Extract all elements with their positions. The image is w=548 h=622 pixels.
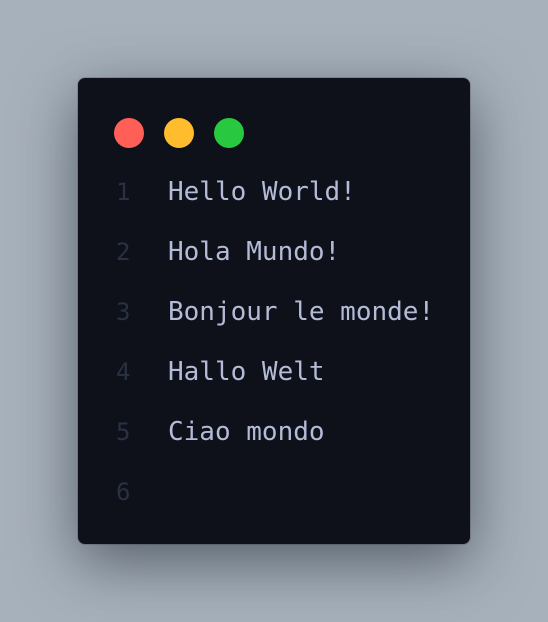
code-window: 1 Hello World! 2 Hola Mundo! 3 Bonjour l… (78, 78, 470, 544)
line-text: Hello World! (168, 177, 356, 207)
line-text: Bonjour le monde! (168, 297, 435, 327)
code-editor[interactable]: 1 Hello World! 2 Hola Mundo! 3 Bonjour l… (78, 162, 470, 522)
line-number: 5 (116, 418, 131, 446)
code-line: 6 (78, 462, 470, 522)
code-line: 2 Hola Mundo! (78, 222, 470, 282)
line-number: 3 (116, 298, 131, 326)
line-number: 4 (116, 358, 131, 386)
maximize-button[interactable] (214, 118, 244, 148)
minimize-button[interactable] (164, 118, 194, 148)
line-number: 1 (116, 178, 131, 206)
code-line: 1 Hello World! (78, 162, 470, 222)
line-number: 2 (116, 238, 131, 266)
line-text: Hola Mundo! (168, 237, 341, 267)
close-button[interactable] (114, 118, 144, 148)
code-line: 3 Bonjour le monde! (78, 282, 470, 342)
line-text: Hallo Welt (168, 357, 325, 387)
code-line: 5 Ciao mondo (78, 402, 470, 462)
window-controls (114, 118, 244, 148)
code-line: 4 Hallo Welt (78, 342, 470, 402)
line-text: Ciao mondo (168, 417, 325, 447)
line-number: 6 (116, 478, 131, 506)
